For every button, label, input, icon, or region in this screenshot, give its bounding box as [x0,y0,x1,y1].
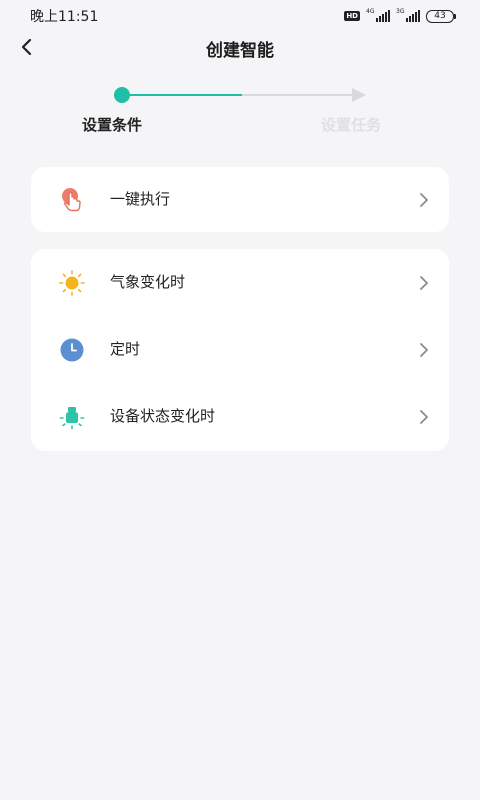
status-indicators: HD 4G 3G 43 [344,8,456,23]
condition-row-timer[interactable]: 定时 [31,317,449,383]
signal-4g-icon: 4G [366,8,390,22]
header: 创建智能 [0,32,480,62]
chevron-right-icon [417,408,431,426]
condition-card-manual: 一键执行 [31,167,449,232]
status-bar: 晚上11:51 HD 4G 3G 43 [0,0,480,32]
condition-card-auto: 气象变化时 定时 设备状态变化时 [31,249,449,451]
step-label-tasks: 设置任务 [321,116,382,134]
chevron-right-icon [417,274,431,292]
condition-label: 一键执行 [110,190,171,208]
status-time: 晚上11:51 [30,9,99,25]
condition-row-weather[interactable]: 气象变化时 [31,250,449,316]
step-arrow-icon [352,88,366,102]
battery-level: 43 [434,10,446,21]
battery-icon: 43 [426,9,456,23]
condition-row-one-tap[interactable]: 一键执行 [31,167,449,233]
signal-3g-icon: 3G [396,8,420,22]
condition-label: 定时 [110,340,141,358]
hd-badge: HD [344,11,360,21]
sun-icon [58,269,86,297]
step-progress-line [122,94,242,96]
condition-row-device-state[interactable]: 设备状态变化时 [31,384,449,450]
network-type-4g: 4G [366,8,375,15]
condition-label: 气象变化时 [110,273,186,291]
network-type-3g: 3G [396,8,405,15]
chevron-right-icon [417,191,431,209]
tap-hand-icon [58,186,86,214]
chevron-right-icon [417,341,431,359]
condition-label: 设备状态变化时 [110,407,216,425]
step-remaining-line [242,94,354,96]
clock-icon [58,336,86,364]
step-current-dot [114,87,130,103]
device-light-icon [58,403,86,431]
step-label-conditions: 设置条件 [82,116,143,134]
page-title: 创建智能 [206,41,274,61]
stepper: 设置条件 设置任务 [0,84,480,140]
